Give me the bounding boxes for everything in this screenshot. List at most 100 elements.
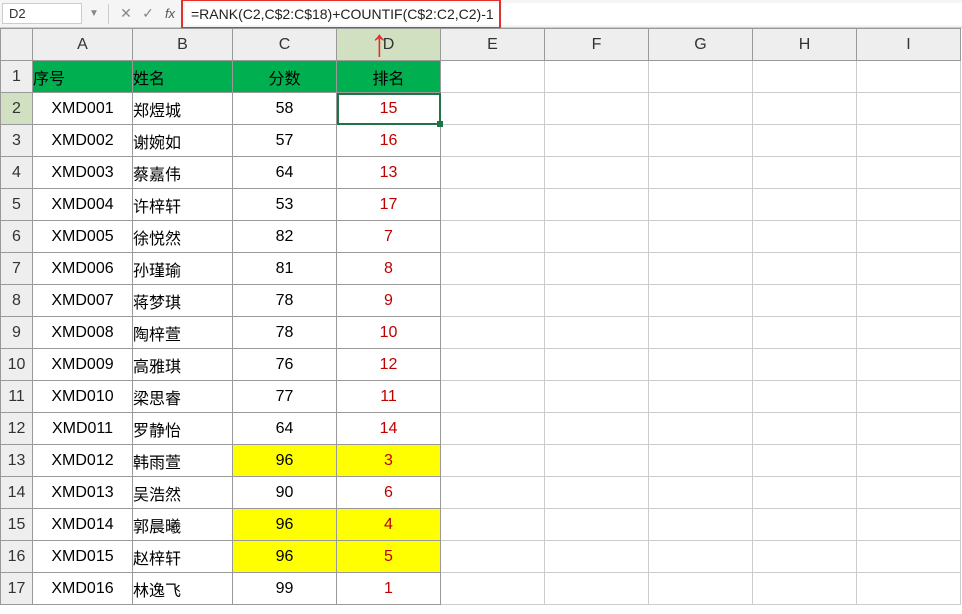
cell-C16[interactable]: 96 (233, 541, 337, 573)
cell-F11[interactable] (545, 381, 649, 413)
cell-D14[interactable]: 6 (337, 477, 441, 509)
cell-F15[interactable] (545, 509, 649, 541)
cell-I13[interactable] (857, 445, 961, 477)
cell-C9[interactable]: 78 (233, 317, 337, 349)
select-all-corner[interactable] (1, 29, 33, 61)
col-header-C[interactable]: C (233, 29, 337, 61)
cell-A6[interactable]: XMD005 (33, 221, 133, 253)
cell-C10[interactable]: 76 (233, 349, 337, 381)
name-box-dropdown-icon[interactable]: ▼ (86, 8, 102, 19)
cell-F7[interactable] (545, 253, 649, 285)
cell-C13[interactable]: 96 (233, 445, 337, 477)
cell-E13[interactable] (441, 445, 545, 477)
cell-F8[interactable] (545, 285, 649, 317)
cell-A17[interactable]: XMD016 (33, 573, 133, 605)
cell-G2[interactable] (649, 93, 753, 125)
col-header-E[interactable]: E (441, 29, 545, 61)
cell-G3[interactable] (649, 125, 753, 157)
row-header-11[interactable]: 11 (1, 381, 33, 413)
cell-B9[interactable]: 陶梓萱 (133, 317, 233, 349)
cell-A14[interactable]: XMD013 (33, 477, 133, 509)
col-header-D[interactable]: D (337, 29, 441, 61)
cell-B12[interactable]: 罗静怡 (133, 413, 233, 445)
cell-F13[interactable] (545, 445, 649, 477)
cell-A10[interactable]: XMD009 (33, 349, 133, 381)
cell-B8[interactable]: 蒋梦琪 (133, 285, 233, 317)
row-header-15[interactable]: 15 (1, 509, 33, 541)
cell-H6[interactable] (753, 221, 857, 253)
cell-C11[interactable]: 77 (233, 381, 337, 413)
cell-A3[interactable]: XMD002 (33, 125, 133, 157)
cell-G7[interactable] (649, 253, 753, 285)
row-header-12[interactable]: 12 (1, 413, 33, 445)
row-header-3[interactable]: 3 (1, 125, 33, 157)
cell-B4[interactable]: 蔡嘉伟 (133, 157, 233, 189)
cell-E15[interactable] (441, 509, 545, 541)
cell-E10[interactable] (441, 349, 545, 381)
cell-A1[interactable]: 序号 (33, 61, 133, 93)
cell-G6[interactable] (649, 221, 753, 253)
cell-C4[interactable]: 64 (233, 157, 337, 189)
cell-C8[interactable]: 78 (233, 285, 337, 317)
cell-A8[interactable]: XMD007 (33, 285, 133, 317)
cell-G15[interactable] (649, 509, 753, 541)
cell-I17[interactable] (857, 573, 961, 605)
cell-E8[interactable] (441, 285, 545, 317)
row-header-1[interactable]: 1 (1, 61, 33, 93)
cell-D16[interactable]: 5 (337, 541, 441, 573)
col-header-F[interactable]: F (545, 29, 649, 61)
cell-B2[interactable]: 郑煜城 (133, 93, 233, 125)
cell-D3[interactable]: 16 (337, 125, 441, 157)
cell-B7[interactable]: 孙瑾瑜 (133, 253, 233, 285)
cell-H9[interactable] (753, 317, 857, 349)
cell-G1[interactable] (649, 61, 753, 93)
cell-C7[interactable]: 81 (233, 253, 337, 285)
row-header-14[interactable]: 14 (1, 477, 33, 509)
cell-E1[interactable] (441, 61, 545, 93)
cell-B10[interactable]: 高雅琪 (133, 349, 233, 381)
cell-D13[interactable]: 3 (337, 445, 441, 477)
cell-G5[interactable] (649, 189, 753, 221)
cell-C2[interactable]: 58 (233, 93, 337, 125)
cell-B15[interactable]: 郭晨曦 (133, 509, 233, 541)
cell-A9[interactable]: XMD008 (33, 317, 133, 349)
cell-H11[interactable] (753, 381, 857, 413)
cell-E16[interactable] (441, 541, 545, 573)
cell-F9[interactable] (545, 317, 649, 349)
cell-E5[interactable] (441, 189, 545, 221)
cell-G10[interactable] (649, 349, 753, 381)
row-header-6[interactable]: 6 (1, 221, 33, 253)
row-header-7[interactable]: 7 (1, 253, 33, 285)
cell-I1[interactable] (857, 61, 961, 93)
row-header-9[interactable]: 9 (1, 317, 33, 349)
cell-H16[interactable] (753, 541, 857, 573)
cell-I15[interactable] (857, 509, 961, 541)
cell-F16[interactable] (545, 541, 649, 573)
cell-B16[interactable]: 赵梓轩 (133, 541, 233, 573)
cell-B11[interactable]: 梁思睿 (133, 381, 233, 413)
cell-F5[interactable] (545, 189, 649, 221)
cell-C15[interactable]: 96 (233, 509, 337, 541)
cell-I12[interactable] (857, 413, 961, 445)
cell-A7[interactable]: XMD006 (33, 253, 133, 285)
cell-I10[interactable] (857, 349, 961, 381)
cell-I2[interactable] (857, 93, 961, 125)
cell-B5[interactable]: 许梓轩 (133, 189, 233, 221)
cancel-icon[interactable]: ✕ (115, 5, 137, 22)
cell-I8[interactable] (857, 285, 961, 317)
cell-D1[interactable]: 排名 (337, 61, 441, 93)
cell-F17[interactable] (545, 573, 649, 605)
cell-D15[interactable]: 4 (337, 509, 441, 541)
cell-D6[interactable]: 7 (337, 221, 441, 253)
col-header-H[interactable]: H (753, 29, 857, 61)
cell-A12[interactable]: XMD011 (33, 413, 133, 445)
cell-H17[interactable] (753, 573, 857, 605)
cell-D10[interactable]: 12 (337, 349, 441, 381)
cell-E17[interactable] (441, 573, 545, 605)
cell-B3[interactable]: 谢婉如 (133, 125, 233, 157)
cell-A15[interactable]: XMD014 (33, 509, 133, 541)
cell-F10[interactable] (545, 349, 649, 381)
cell-C1[interactable]: 分数 (233, 61, 337, 93)
row-header-5[interactable]: 5 (1, 189, 33, 221)
cell-E6[interactable] (441, 221, 545, 253)
